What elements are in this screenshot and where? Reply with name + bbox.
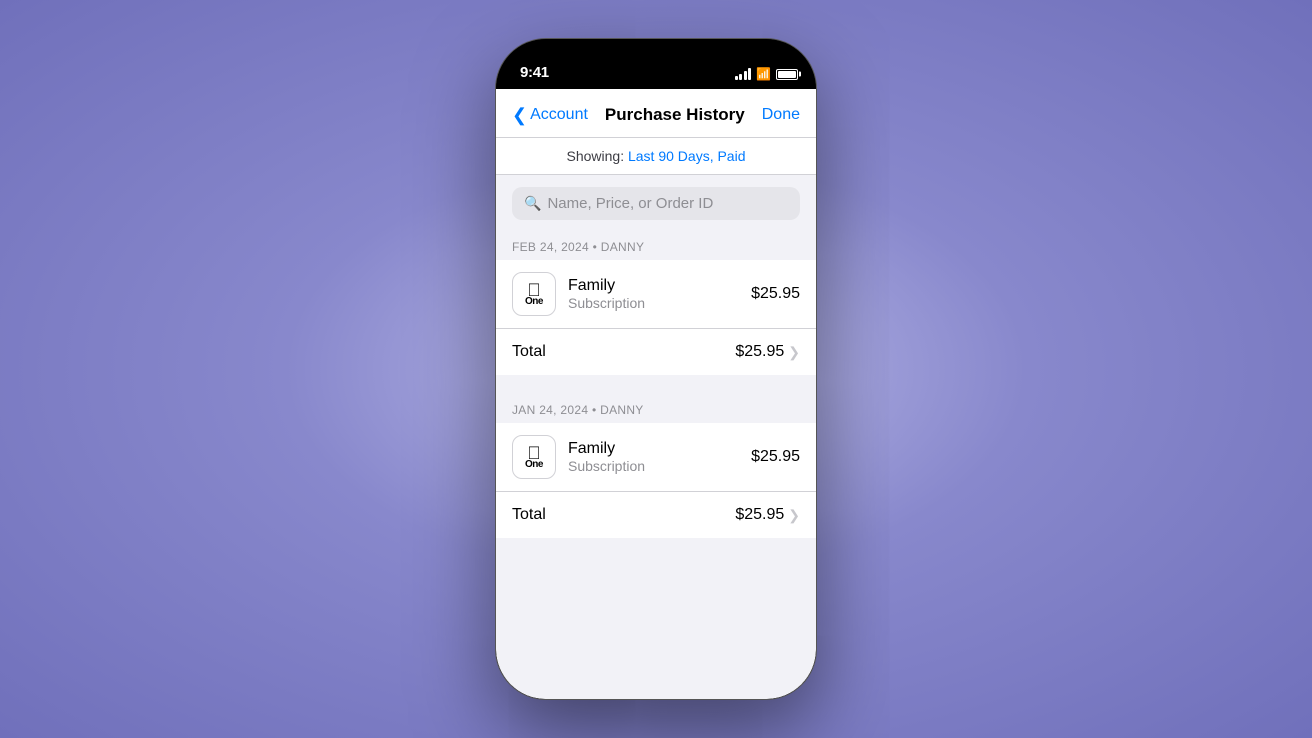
total-right-1: $25.95 ❯ <box>735 343 800 361</box>
item-price-2: $25.95 <box>751 448 800 466</box>
item-type-1: Subscription <box>568 295 751 311</box>
wifi-icon: 📶 <box>756 67 771 81</box>
done-button[interactable]: Done <box>762 106 800 124</box>
total-label-1: Total <box>512 343 546 361</box>
item-type-2: Subscription <box>568 458 751 474</box>
filter-prefix: Showing: <box>567 148 625 164</box>
apple-one-icon:  One <box>512 272 556 316</box>
order-item-2[interactable]:  One Family Subscription $25.95 <box>496 423 816 492</box>
chevron-left-icon: ❮ <box>512 106 527 124</box>
total-price-1: $25.95 <box>735 343 784 361</box>
item-details-1: Family Subscription <box>568 277 751 311</box>
order-total-2[interactable]: Total $25.95 ❯ <box>496 492 816 538</box>
content-area: ❮ Account Purchase History Done Showing:… <box>496 89 816 699</box>
total-right-2: $25.95 ❯ <box>735 506 800 524</box>
search-container: 🔍 Name, Price, or Order ID <box>496 175 816 228</box>
order-card-2:  One Family Subscription $25.95 Total <box>496 423 816 538</box>
search-bar[interactable]: 🔍 Name, Price, or Order ID <box>512 187 800 220</box>
apple-one-icon-2:  One <box>512 435 556 479</box>
search-placeholder: Name, Price, or Order ID <box>547 195 713 212</box>
total-label-2: Total <box>512 506 546 524</box>
order-item-1[interactable]:  One Family Subscription $25.95 <box>496 260 816 329</box>
item-details-2: Family Subscription <box>568 440 751 474</box>
nav-header: ❮ Account Purchase History Done <box>496 89 816 138</box>
scroll-content: FEB 24, 2024 • Danny  One Family Subscr… <box>496 228 816 699</box>
dynamic-island <box>601 49 711 79</box>
back-label: Account <box>530 106 588 124</box>
phone-screen: 9:41 📶 ❮ Account Purchase History <box>496 39 816 699</box>
order-group-1: FEB 24, 2024 • Danny  One Family Subscr… <box>496 228 816 375</box>
item-price-1: $25.95 <box>751 285 800 303</box>
section-separator <box>496 375 816 391</box>
status-time: 9:41 <box>520 64 549 81</box>
battery-icon <box>776 69 798 80</box>
filter-value[interactable]: Last 90 Days, Paid <box>628 148 746 164</box>
order-card-1:  One Family Subscription $25.95 Total <box>496 260 816 375</box>
status-bar: 9:41 📶 <box>496 39 816 89</box>
order-date-1: FEB 24, 2024 • Danny <box>496 228 816 260</box>
filter-bar: Showing: Last 90 Days, Paid <box>496 138 816 175</box>
item-name-1: Family <box>568 277 751 295</box>
signal-icon <box>735 68 752 80</box>
order-total-1[interactable]: Total $25.95 ❯ <box>496 329 816 375</box>
order-group-2: JAN 24, 2024 • Danny  One Family Subscr… <box>496 391 816 538</box>
total-price-2: $25.95 <box>735 506 784 524</box>
chevron-right-icon-1: ❯ <box>788 344 800 361</box>
order-date-2: JAN 24, 2024 • Danny <box>496 391 816 423</box>
chevron-right-icon-2: ❯ <box>788 507 800 524</box>
status-icons: 📶 <box>735 67 798 81</box>
phone-device: 9:41 📶 ❮ Account Purchase History <box>496 39 816 699</box>
item-name-2: Family <box>568 440 751 458</box>
search-icon: 🔍 <box>524 195 541 212</box>
page-title: Purchase History <box>605 105 745 125</box>
back-button[interactable]: ❮ Account <box>512 106 588 124</box>
